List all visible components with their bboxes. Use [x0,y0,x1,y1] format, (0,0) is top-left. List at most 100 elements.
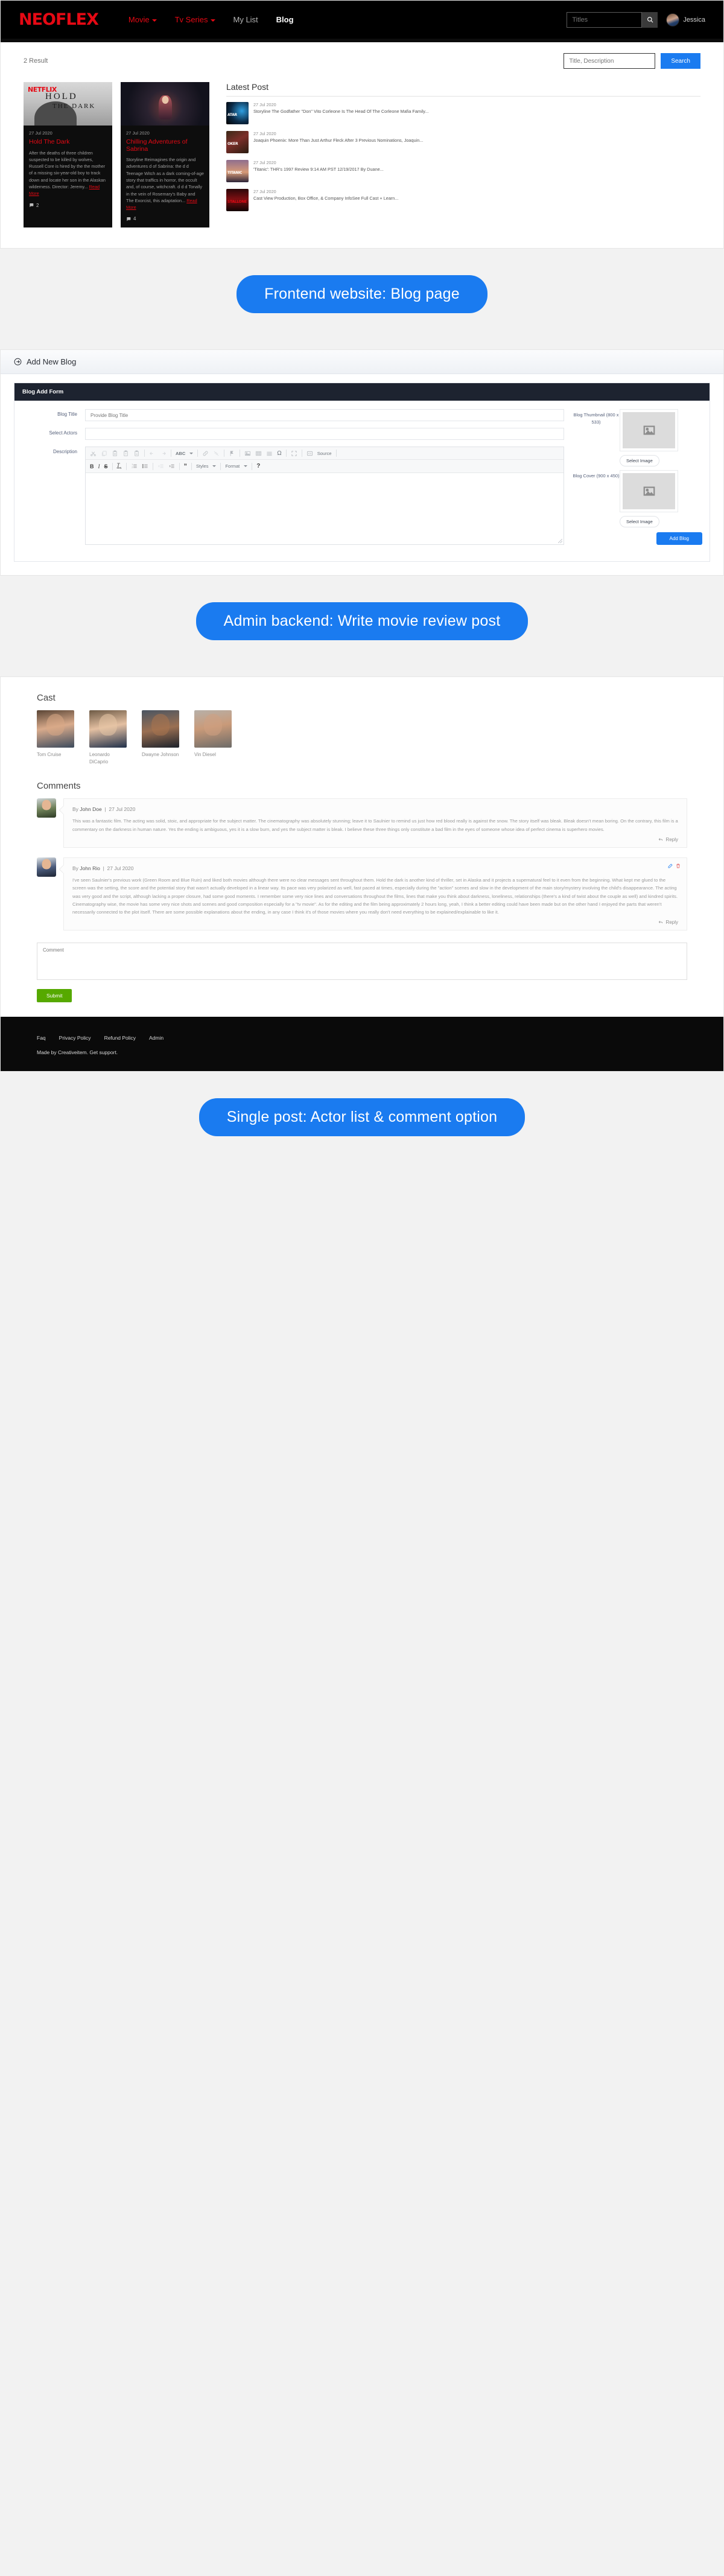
caption-label: Admin backend: Write movie review post [195,602,529,641]
blog-card-title[interactable]: Chilling Adventures of Sabrina [126,138,204,153]
footer-link-admin[interactable]: Admin [149,1035,164,1041]
select-actors-input[interactable] [85,428,564,440]
footer-note: Made by Creativeitem. Get support. [37,1049,118,1056]
comment-reply-action[interactable]: Reply [72,920,678,925]
latest-post-item[interactable]: OKER 27 Jul 2020 Joaquin Phoenix: More T… [226,131,700,153]
undo-icon[interactable] [149,450,156,457]
paste-as-text-icon[interactable]: T [122,450,129,457]
bulleted-list-icon[interactable] [142,463,148,469]
comment-item: By John Rio | 27 Jul 2020 I've seen Saul… [37,857,687,931]
submit-comment-button[interactable]: Submit [37,989,72,1003]
image-icon[interactable] [244,450,251,457]
blog-card-body: 27 Jul 2020 Chilling Adventures of Sabri… [121,126,209,227]
unlink-icon[interactable] [213,450,220,457]
strikethrough-icon[interactable]: S [104,463,108,469]
latest-post-title-text[interactable]: Joaquin Phoenix: More Than Just Arthur F… [253,138,423,144]
maximize-icon[interactable] [291,450,297,457]
footer-link-faq[interactable]: Faq [37,1035,46,1041]
paste-from-word-icon[interactable]: W [133,450,140,457]
table-icon[interactable] [255,450,262,457]
blog-card-comment-count: 4 [133,216,136,222]
paste-icon[interactable] [112,450,118,457]
delete-icon[interactable] [676,863,681,868]
nav-item-movie[interactable]: Movie [129,15,157,24]
footer-link-privacy-policy[interactable]: Privacy Policy [59,1035,91,1041]
comment-reply-action[interactable]: Reply [72,837,678,842]
add-blog-button[interactable]: Add Blog [656,532,702,545]
nav-item-my-list[interactable]: My List [233,15,258,24]
horizontal-line-icon[interactable] [266,450,273,457]
chevron-down-icon[interactable] [189,452,194,454]
remove-format-icon[interactable]: Tx [117,462,122,470]
help-icon[interactable]: ? [256,463,260,469]
select-actors-label: Select Actors [49,430,77,436]
italic-icon[interactable]: I [98,463,100,469]
source-icon[interactable] [306,450,313,457]
styles-dropdown-label[interactable]: Styles [196,463,208,469]
thumbnail-preview [620,409,678,452]
bold-icon[interactable]: B [90,463,94,469]
single-post-screenshot: Cast Tom Cruise Leonardo DiCaprio Dwayne… [0,676,724,1072]
blog-title-input[interactable] [85,409,564,422]
svg-text:T: T [125,453,127,456]
latest-post-title-text[interactable]: Cast View Production, Box Office, & Comp… [253,196,398,202]
blog-card[interactable]: NETFLIX HOLD THE DARK 27 Jul 2020 Hold T… [24,82,112,228]
comment-author: John Doe [80,806,102,813]
thumbnail-select-image-button[interactable]: Select Image [620,455,659,467]
blog-card[interactable]: 27 Jul 2020 Chilling Adventures of Sabri… [121,82,209,228]
blog-card-title[interactable]: Hold The Dark [29,138,107,146]
copy-icon[interactable] [101,450,107,457]
cover-select-image-button[interactable]: Select Image [620,516,659,528]
numbered-list-icon[interactable]: 12 [131,463,138,469]
blog-search-input[interactable] [564,53,656,69]
redo-icon[interactable] [160,450,167,457]
decrease-indent-icon[interactable] [157,463,164,469]
blog-card-date: 27 Jul 2020 [126,130,150,136]
caption-section-one: Frontend website: Blog page [0,249,724,350]
latest-post-title: Latest Post [226,82,269,92]
cast-item[interactable]: Vin Diesel [194,710,233,765]
nav-item-blog[interactable]: Blog [276,15,294,24]
cast-item[interactable]: Leonardo DiCaprio [89,710,129,765]
blog-cover-label: Blog Cover (900 x 450) [573,473,620,479]
latest-post-title-text[interactable]: 'Titanic': THR's 1997 Review 9:14 AM PST… [253,167,384,173]
navbar-right: Jessica [567,11,705,28]
blog-card-date: 27 Jul 2020 [29,130,52,136]
blog-card-excerpt: After the deaths of three children suspe… [29,150,107,197]
comment-body: I've seen Saulnier's previous work (Gree… [72,877,678,915]
spellcheck-icon[interactable]: ABC [176,451,185,456]
editor-content-area[interactable] [86,473,564,545]
site-logo[interactable]: NEOFLEX [19,10,99,29]
avatar[interactable] [666,13,680,27]
blockquote-icon[interactable]: ” [184,463,188,469]
rich-text-editor[interactable]: T W ABC Ω Source B I S Tx 1 2 ” Styles F… [85,447,564,545]
chevron-down-icon[interactable] [212,465,217,468]
cut-icon[interactable] [90,450,97,457]
format-dropdown-label[interactable]: Format [225,463,240,469]
comment-input[interactable] [37,943,687,981]
latest-post-item[interactable]: ATAR 27 Jul 2020 Storyline The Godfather… [226,102,700,124]
link-icon[interactable] [202,450,209,457]
latest-post-title-text[interactable]: Storyline The Godfather "Don" Vito Corle… [253,109,428,115]
nav-item-tv-series[interactable]: Tv Series [175,15,215,24]
footer-link-refund-policy[interactable]: Refund Policy [104,1035,136,1041]
latest-post-date: 27 Jul 2020 [253,160,276,165]
anchor-icon[interactable] [229,450,235,457]
chevron-down-icon[interactable] [244,465,248,468]
source-button[interactable]: Source [317,451,332,456]
toolbar-separator [112,462,113,470]
resize-handle[interactable] [558,539,562,544]
edit-icon[interactable] [668,863,673,868]
navbar-search-button[interactable] [642,11,658,28]
cast-item[interactable]: Dwayne Johnson [142,710,181,765]
editor-toolbar-row-2: B I S Tx 12 ” Styles Format ? [86,460,564,474]
comments-list: By John Doe | 27 Jul 2020 This was a fan… [37,798,687,931]
face-shape [42,800,51,810]
increase-indent-icon[interactable] [168,463,175,469]
special-char-icon[interactable]: Ω [277,450,281,457]
latest-post-item[interactable]: TITANIC 27 Jul 2020 'Titanic': THR's 199… [226,160,700,182]
cast-item[interactable]: Tom Cruise [37,710,76,765]
blog-search-button[interactable]: Search [661,53,700,69]
navbar-search-input[interactable] [567,11,643,28]
latest-post-item[interactable]: STALLONE 27 Jul 2020 Cast View Productio… [226,189,700,211]
